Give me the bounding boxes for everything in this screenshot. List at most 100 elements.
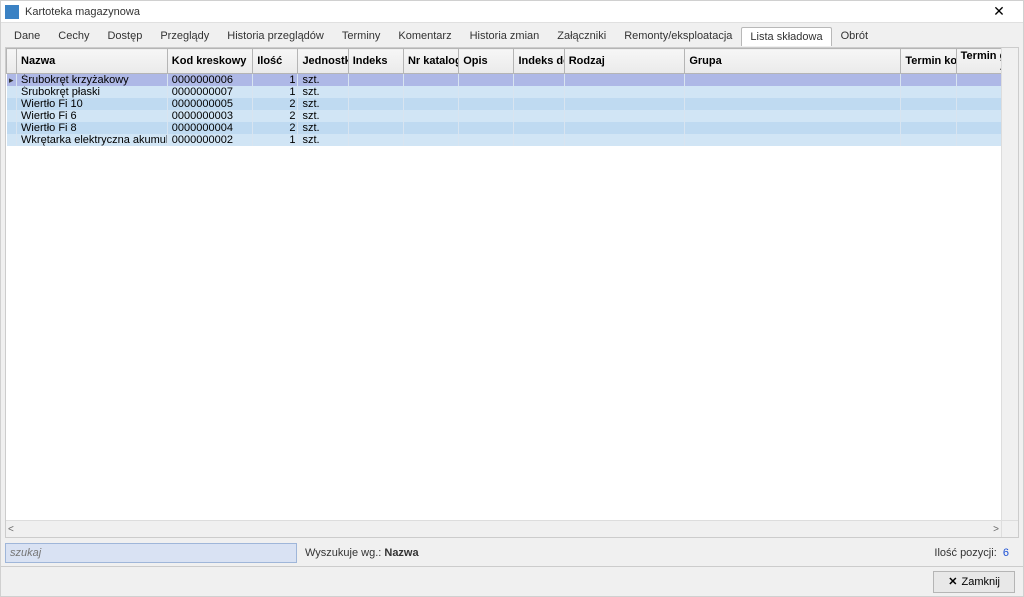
window-close-button[interactable]: ✕ [979, 3, 1019, 20]
footer: ✕ Zamknij [1, 566, 1023, 596]
table-row[interactable]: Śrubokręt płaski00000000071szt. [7, 86, 1012, 98]
cell [348, 98, 403, 110]
close-button[interactable]: ✕ Zamknij [933, 571, 1015, 593]
cell [459, 134, 514, 146]
cell [348, 74, 403, 87]
tab-dost-p[interactable]: Dostęp [98, 26, 151, 45]
cell [514, 122, 564, 134]
cell [685, 110, 901, 122]
col-header[interactable]: Indeks [348, 49, 403, 74]
cell: Śrubokręt krzyżakowy [17, 74, 168, 87]
grid-panel: NazwaKod kreskowyIlośćJednostkaIndeksNr … [5, 47, 1019, 538]
table-row[interactable]: ▸Śrubokręt krzyżakowy00000000061szt. [7, 74, 1012, 87]
scroll-corner [1001, 520, 1018, 537]
cell [403, 134, 458, 146]
col-header[interactable]: Jednostka [298, 49, 348, 74]
app-window: Kartoteka magazynowa ✕ DaneCechyDostępPr… [0, 0, 1024, 597]
vertical-scrollbar[interactable] [1001, 48, 1018, 520]
col-header[interactable]: Kod kreskowy [167, 49, 252, 74]
row-indicator [7, 98, 17, 110]
table-row[interactable]: Wiertło Fi 800000000042szt. [7, 122, 1012, 134]
search-bar: Wyszukuje wg.: Nazwa Ilość pozycji: 6 [5, 542, 1019, 564]
col-header[interactable]: Ilość [253, 49, 298, 74]
cell: 2 [253, 122, 298, 134]
row-count-value: 6 [1003, 547, 1009, 559]
cell [403, 74, 458, 87]
row-indicator [7, 86, 17, 98]
tab-historia-zmian[interactable]: Historia zmian [461, 26, 549, 45]
tab-lista-sk-adowa[interactable]: Lista składowa [741, 27, 831, 46]
cell [564, 86, 685, 98]
tab-komentarz[interactable]: Komentarz [389, 26, 460, 45]
cell: 1 [253, 74, 298, 87]
cell [514, 74, 564, 87]
cell [685, 86, 901, 98]
cell [685, 98, 901, 110]
cell: 0000000006 [167, 74, 252, 87]
col-header[interactable]: Opis [459, 49, 514, 74]
cell: 0000000004 [167, 122, 252, 134]
row-indicator [7, 110, 17, 122]
close-button-label: Zamknij [961, 576, 1000, 588]
scroll-left-icon[interactable]: < [8, 524, 14, 535]
cell [348, 86, 403, 98]
tab-za-czniki[interactable]: Załączniki [548, 26, 615, 45]
tab-obr-t[interactable]: Obrót [832, 26, 878, 45]
cell [901, 86, 956, 98]
cell: szt. [298, 86, 348, 98]
tab-cechy[interactable]: Cechy [49, 26, 98, 45]
cell [348, 122, 403, 134]
cell: 0000000005 [167, 98, 252, 110]
tab-terminy[interactable]: Terminy [333, 26, 390, 45]
tab-dane[interactable]: Dane [5, 26, 49, 45]
cell [403, 86, 458, 98]
col-header[interactable]: Nr katalogowy [403, 49, 458, 74]
cell: 1 [253, 86, 298, 98]
cell [514, 110, 564, 122]
cell: 0000000003 [167, 110, 252, 122]
close-icon: ✕ [948, 575, 957, 588]
cell [901, 134, 956, 146]
cell [514, 98, 564, 110]
horizontal-scrollbar[interactable]: <> [6, 520, 1001, 537]
tab-przegl-dy[interactable]: Przeglądy [151, 26, 218, 45]
cell [348, 134, 403, 146]
search-mode-prefix: Wyszukuje wg.: [305, 547, 384, 559]
cell [564, 74, 685, 87]
search-input[interactable] [5, 543, 297, 563]
cell: 1 [253, 134, 298, 146]
cell [564, 110, 685, 122]
cell [459, 86, 514, 98]
cell: Wiertło Fi 6 [17, 110, 168, 122]
table-row[interactable]: Wkrętarka elektryczna akumulatorowa00000… [7, 134, 1012, 146]
search-mode-field: Nazwa [384, 547, 418, 559]
cell: 0000000007 [167, 86, 252, 98]
cell [514, 86, 564, 98]
cell: szt. [298, 110, 348, 122]
col-header[interactable]: Termin kontroli [901, 49, 956, 74]
col-header[interactable]: Rodzaj [564, 49, 685, 74]
row-count-label: Ilość pozycji: 6 [934, 547, 1019, 559]
data-table: NazwaKod kreskowyIlośćJednostkaIndeksNr … [6, 48, 1012, 146]
row-indicator: ▸ [7, 74, 17, 87]
cell [348, 110, 403, 122]
row-count-caption: Ilość pozycji: [934, 547, 996, 559]
col-header[interactable]: Nazwa [17, 49, 168, 74]
tab-historia-przegl-d-w[interactable]: Historia przeglądów [218, 26, 333, 45]
cell [459, 74, 514, 87]
app-icon [5, 5, 19, 19]
col-header[interactable]: Grupa [685, 49, 901, 74]
table-row[interactable]: Wiertło Fi 600000000032szt. [7, 110, 1012, 122]
cell [901, 110, 956, 122]
cell [459, 110, 514, 122]
tab-remonty-eksploatacja[interactable]: Remonty/eksploatacja [615, 26, 741, 45]
cell [685, 122, 901, 134]
table-row[interactable]: Wiertło Fi 1000000000052szt. [7, 98, 1012, 110]
cell [403, 122, 458, 134]
cell [564, 134, 685, 146]
scroll-right-icon[interactable]: > [993, 524, 999, 535]
row-indicator [7, 134, 17, 146]
col-header[interactable]: Indeks dod… [514, 49, 564, 74]
titlebar: Kartoteka magazynowa ✕ [1, 1, 1023, 23]
cell [514, 134, 564, 146]
